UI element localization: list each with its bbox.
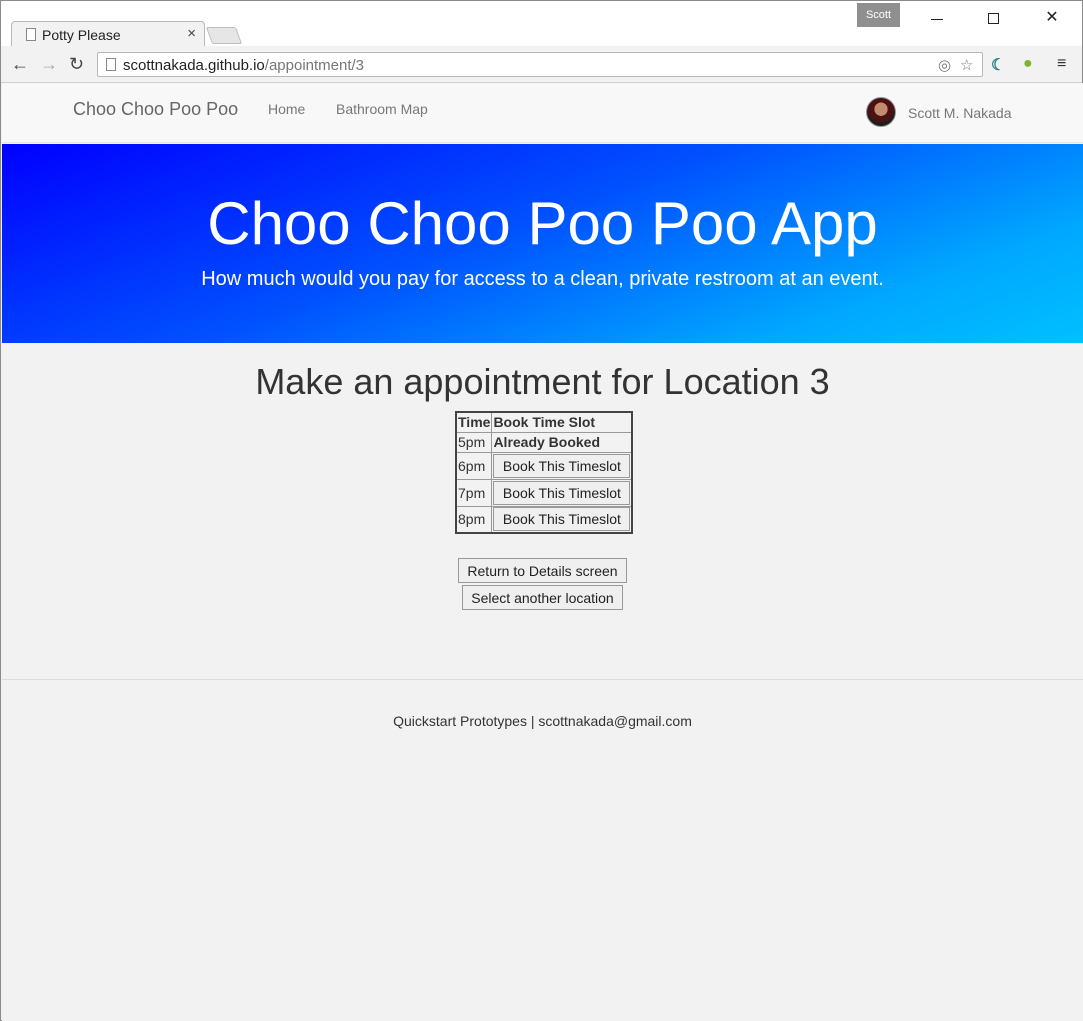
timeslot-table: Time Book Time Slot 5pm Already Booked 6… bbox=[455, 411, 634, 534]
browser-toolbar: ← → ↻ scottnakada.github.io/appointment/… bbox=[1, 46, 1082, 83]
table-row: 5pm Already Booked bbox=[455, 431, 633, 453]
star-icon[interactable]: ☆ bbox=[960, 56, 973, 74]
location-target-icon[interactable]: ◎ bbox=[938, 56, 951, 74]
new-tab-button[interactable] bbox=[205, 27, 243, 44]
avatar[interactable] bbox=[866, 97, 896, 127]
hamburger-menu-icon[interactable]: ≡ bbox=[1057, 55, 1066, 73]
time-cell: 7pm bbox=[455, 478, 493, 507]
footer-text: Quickstart Prototypes | scottnakada@gmai… bbox=[393, 713, 692, 729]
column-header-book: Book Time Slot bbox=[491, 411, 633, 433]
minimize-button[interactable] bbox=[923, 7, 953, 31]
time-cell: 5pm bbox=[455, 431, 493, 453]
nav-home-link[interactable]: Home bbox=[268, 101, 305, 117]
title-bar: Potty Please × Scott ✕ bbox=[1, 1, 1082, 47]
brand-link[interactable]: Choo Choo Poo Poo bbox=[73, 99, 238, 120]
table-header-row: Time Book Time Slot bbox=[455, 411, 633, 433]
table-row: 8pm Book This Timeslot bbox=[455, 505, 633, 534]
hero-title: Choo Choo Poo Poo App bbox=[207, 190, 878, 257]
booked-status: Already Booked bbox=[491, 431, 633, 453]
back-arrow-icon[interactable]: ← bbox=[11, 54, 29, 75]
tab-title: Potty Please bbox=[42, 27, 121, 43]
tab-close-icon[interactable]: × bbox=[187, 25, 196, 42]
browser-window: Potty Please × Scott ✕ ← → ↻ scottnakada… bbox=[0, 0, 1083, 1021]
maximize-button[interactable] bbox=[979, 7, 1009, 31]
maximize-icon bbox=[988, 13, 999, 24]
nav-bathroom-map-link[interactable]: Bathroom Map bbox=[336, 101, 428, 117]
table-row: 7pm Book This Timeslot bbox=[455, 478, 633, 507]
page-viewport: Choo Choo Poo Poo Home Bathroom Map Scot… bbox=[2, 83, 1083, 1021]
url-host: scottnakada.github.io bbox=[123, 57, 265, 74]
table-row: 6pm Book This Timeslot bbox=[455, 451, 633, 480]
hero-banner: Choo Choo Poo Poo App How much would you… bbox=[2, 144, 1083, 343]
reload-icon[interactable]: ↻ bbox=[69, 54, 84, 75]
column-header-time: Time bbox=[455, 411, 493, 433]
hero-subtitle: How much would you pay for access to a c… bbox=[201, 268, 884, 290]
forward-arrow-icon[interactable]: → bbox=[40, 54, 58, 75]
book-timeslot-button[interactable]: Book This Timeslot bbox=[493, 507, 631, 532]
time-cell: 6pm bbox=[455, 451, 493, 480]
url-text[interactable]: scottnakada.github.io/appointment/3 bbox=[123, 57, 364, 74]
return-to-details-button[interactable]: Return to Details screen bbox=[458, 558, 627, 583]
footer-divider bbox=[2, 679, 1083, 680]
minimize-icon bbox=[931, 19, 943, 20]
select-another-location-button[interactable]: Select another location bbox=[462, 585, 623, 610]
book-timeslot-button[interactable]: Book This Timeslot bbox=[493, 453, 631, 478]
close-window-button[interactable]: ✕ bbox=[1037, 7, 1067, 31]
user-name-link[interactable]: Scott M. Nakada bbox=[908, 105, 1012, 121]
page-icon bbox=[106, 58, 116, 71]
profile-badge[interactable]: Scott bbox=[857, 3, 900, 27]
address-bar[interactable]: scottnakada.github.io/appointment/3 ◎ ☆ bbox=[97, 52, 983, 77]
page-icon bbox=[26, 28, 36, 41]
android-extension-icon[interactable]: ● bbox=[1023, 55, 1033, 73]
browser-tab[interactable]: Potty Please × bbox=[11, 21, 205, 47]
book-timeslot-button[interactable]: Book This Timeslot bbox=[493, 480, 631, 505]
url-path: /appointment/3 bbox=[264, 57, 365, 74]
extension-icon[interactable]: ☾ bbox=[991, 55, 1005, 75]
time-cell: 8pm bbox=[455, 505, 493, 534]
site-navbar: Choo Choo Poo Poo Home Bathroom Map Scot… bbox=[2, 83, 1083, 143]
page-title: Make an appointment for Location 3 bbox=[255, 361, 830, 402]
